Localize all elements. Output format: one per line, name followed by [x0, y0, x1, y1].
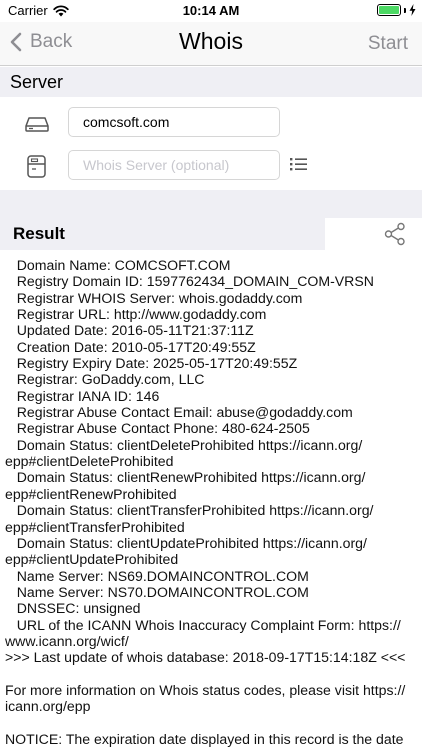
result-line: epp#clientTransferProhibited [5, 518, 185, 535]
charging-bolt-icon [409, 4, 416, 16]
result-line: Registrar Abuse Contact Email: abuse@god… [5, 404, 353, 421]
section-spacer [0, 190, 422, 218]
battery-icon [377, 4, 401, 16]
result-line: epp#clientRenewProhibited [5, 485, 177, 502]
result-line: Domain Name: COMCSOFT.COM [5, 257, 231, 273]
result-line: URL of the ICANN Whois Inaccuracy Compla… [5, 616, 401, 633]
result-line: For more information on Whois status cod… [5, 681, 406, 698]
result-line: www.icann.org/wicf/ [5, 632, 129, 649]
result-line: >>> Last update of whois database: 2018-… [5, 649, 406, 666]
result-line: Registry Domain ID: 1597762434_DOMAIN_CO… [5, 273, 374, 290]
result-line: icann.org/epp [5, 698, 91, 715]
result-line: Registrar Abuse Contact Phone: 480-624-2… [5, 420, 310, 437]
start-button[interactable]: Start [368, 33, 408, 55]
result-section-header: Result [0, 218, 325, 250]
result-line: Domain Status: clientDeleteProhibited ht… [5, 436, 363, 453]
result-line: epp#clientDeleteProhibited [5, 453, 174, 470]
server-card-icon [27, 155, 46, 178]
share-icon[interactable] [384, 222, 406, 246]
list-icon[interactable] [290, 156, 308, 172]
result-line: Registrar URL: http://www.godaddy.com [5, 306, 267, 323]
result-section-title: Result [13, 224, 65, 243]
status-bar: Carrier 10:14 AM [0, 0, 422, 22]
result-line [5, 666, 417, 682]
result-line: Domain Status: clientTransferProhibited … [5, 502, 374, 519]
navigation-bar: Back Whois Start [0, 22, 422, 66]
battery-cap [404, 7, 406, 13]
whois-server-input[interactable] [68, 150, 280, 180]
result-line: Registry Expiry Date: 2025-05-17T20:49:5… [5, 355, 298, 372]
result-line: DNSSEC: unsigned [5, 600, 141, 617]
result-line: Name Server: NS69.DOMAINCONTROL.COM [5, 567, 309, 584]
server-section-header: Server [0, 67, 422, 97]
status-time: 10:14 AM [182, 3, 240, 18]
whois-server-row [0, 146, 422, 186]
result-line: Registrar: GoDaddy.com, LLC [5, 371, 205, 388]
result-line: Creation Date: 2010-05-17T20:49:55Z [5, 338, 256, 355]
domain-row [0, 103, 422, 143]
page-title: Whois [179, 28, 243, 54]
status-right [377, 4, 416, 16]
server-section-title: Server [10, 72, 64, 92]
hard-drive-icon [25, 117, 49, 132]
result-line: Registrar IANA ID: 146 [5, 387, 160, 404]
result-line [5, 715, 417, 731]
domain-input[interactable] [68, 107, 280, 137]
result-line: NOTICE: The expiration date displayed in… [5, 730, 404, 747]
result-line: epp#clientUpdateProhibited [5, 551, 179, 568]
result-line: Name Server: NS70.DOMAINCONTROL.COM [5, 583, 309, 600]
result-line: Domain Status: clientUpdateProhibited ht… [5, 534, 367, 551]
whois-result-text: Domain Name: COMCSOFT.COM Registry Domai… [5, 257, 417, 747]
result-line: Updated Date: 2016-05-11T21:37:11Z [5, 322, 254, 339]
result-line: Registrar WHOIS Server: whois.godaddy.co… [5, 289, 303, 306]
result-line: Domain Status: clientRenewProhibited htt… [5, 469, 366, 486]
